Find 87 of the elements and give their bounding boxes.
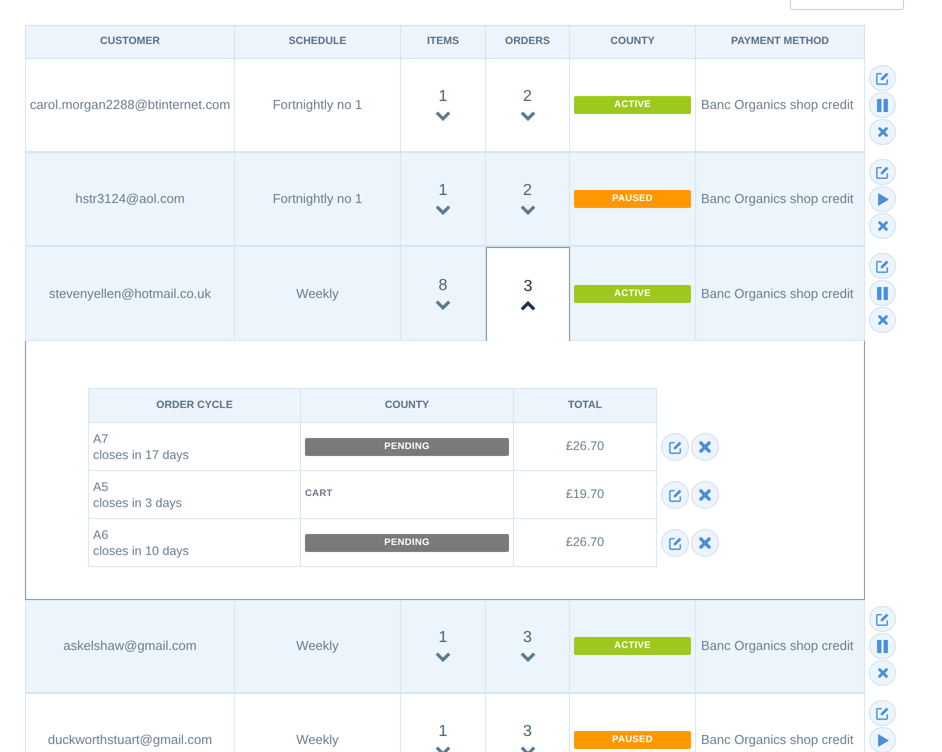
closing-note: closes in 3 days [93, 494, 183, 510]
column-header: TOTAL [514, 389, 657, 422]
play-icon [878, 192, 889, 206]
pause-icon [877, 640, 888, 652]
cancel-button[interactable] [869, 307, 896, 333]
status-badge: PAUSED [574, 731, 691, 749]
edit-button[interactable] [869, 700, 896, 726]
pencil-square-icon [876, 166, 889, 178]
status-badge: PENDING [305, 438, 509, 456]
cancel-button[interactable] [691, 433, 719, 461]
chevron-down-icon [435, 300, 451, 310]
pencil-square-icon [668, 440, 682, 454]
pencil-square-icon [668, 488, 682, 502]
edit-button[interactable] [661, 433, 689, 461]
expand-toggle[interactable]: 3 [520, 724, 536, 752]
order-cycle-code: A5 [93, 478, 110, 494]
chevron-down-icon [435, 111, 451, 121]
edit-button[interactable] [869, 159, 896, 185]
x-icon [878, 127, 888, 137]
expand-toggle[interactable]: 3 [520, 278, 536, 310]
closing-note: closes in 10 days [93, 542, 190, 558]
chevron-down-icon [435, 652, 451, 662]
x-icon [699, 537, 711, 549]
order-cycle-code: A6 [93, 526, 110, 542]
cancel-button[interactable] [869, 119, 896, 145]
column-header: ORDER CYCLE [89, 389, 301, 422]
pencil-square-icon [668, 536, 682, 550]
expand-toggle[interactable]: 1 [435, 630, 451, 662]
column-header: ORDERS [486, 26, 570, 58]
x-icon [699, 441, 711, 453]
edit-button[interactable] [661, 481, 689, 509]
table-cell: duckworthstuart@gmail.com [26, 694, 235, 752]
chevron-down-icon [520, 111, 536, 121]
expand-toggle[interactable]: 2 [520, 89, 536, 121]
edit-button[interactable] [869, 606, 896, 632]
status-badge: PENDING [305, 534, 509, 552]
edit-button[interactable] [869, 253, 896, 279]
play-icon [878, 734, 889, 746]
column-header: CUSTOMER [26, 26, 235, 58]
status-badge: PAUSED [574, 190, 691, 208]
chevron-up-icon [520, 300, 536, 310]
pause-icon [877, 98, 888, 112]
pencil-square-icon [876, 72, 889, 84]
chevron-down-icon [435, 205, 451, 215]
x-icon [699, 489, 711, 501]
play-button[interactable] [869, 727, 896, 752]
pencil-square-icon [876, 612, 889, 626]
x-icon [878, 668, 888, 678]
pause-icon [877, 286, 888, 300]
expand-toggle[interactable]: 1 [435, 183, 451, 215]
edit-button[interactable] [661, 529, 689, 557]
pencil-square-icon [876, 706, 889, 720]
table-cell: £19.70 [514, 471, 657, 519]
expand-toggle[interactable]: 3 [520, 630, 536, 662]
status-label: CART [305, 487, 333, 502]
expand-toggle[interactable]: 1 [435, 724, 451, 752]
play-button[interactable] [869, 186, 896, 212]
expand-toggle[interactable]: 8 [435, 278, 451, 310]
expand-toggle[interactable]: 1 [435, 89, 451, 121]
table-cell: Weekly [235, 694, 401, 752]
chevron-down-icon [520, 652, 536, 662]
table-cell: £26.70 [514, 423, 657, 471]
column-header: COUNTY [301, 389, 514, 422]
cancel-button[interactable] [869, 213, 896, 239]
pause-button[interactable] [869, 633, 896, 659]
chevron-down-icon [520, 205, 536, 215]
expand-toggle[interactable]: 2 [520, 183, 536, 215]
order-cycle-code: A7 [93, 430, 110, 446]
table-cell: £26.70 [514, 519, 657, 567]
pause-button[interactable] [869, 92, 896, 118]
edit-button[interactable] [869, 65, 896, 91]
closing-note: closes in 17 days [93, 446, 190, 462]
cancel-button[interactable] [869, 660, 896, 686]
pencil-square-icon [876, 260, 889, 272]
cancel-button[interactable] [691, 481, 719, 509]
x-icon [878, 221, 888, 231]
status-badge: ACTIVE [574, 284, 691, 302]
status-badge: ACTIVE [574, 637, 691, 655]
cancel-button[interactable] [691, 529, 719, 557]
column-header: PAYMENT METHOD [696, 26, 865, 58]
table-cell: Banc Organics shop credit [696, 694, 865, 752]
column-header: SCHEDULE [235, 26, 401, 58]
column-header: COUNTY [570, 26, 696, 58]
status-badge: ACTIVE [574, 96, 691, 114]
x-icon [878, 315, 888, 325]
column-header: ITEMS [401, 26, 486, 58]
pause-button[interactable] [869, 280, 896, 306]
